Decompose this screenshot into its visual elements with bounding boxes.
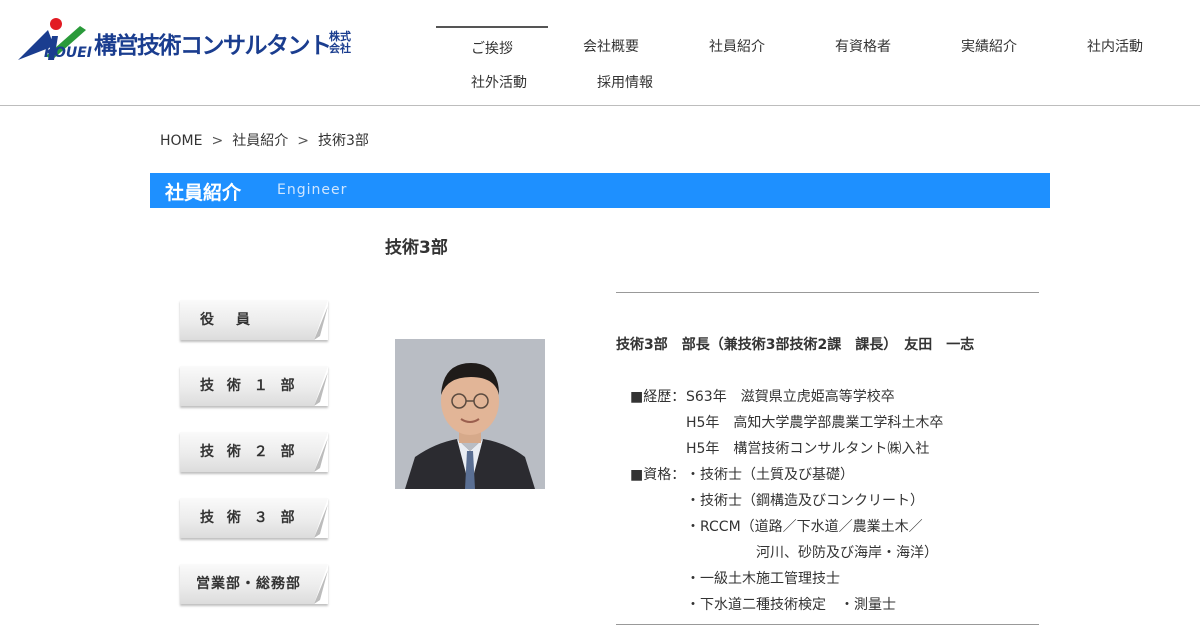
- page-curl-icon: [314, 564, 328, 604]
- profile-top-divider: [616, 292, 1039, 293]
- side-menu-sales-admin[interactable]: 営業部・総務部: [180, 564, 328, 604]
- side-menu-label: 技 術 ２ 部: [200, 444, 299, 460]
- qualification-item: ・一級土木施工管理技士: [686, 571, 840, 587]
- nav-achievements[interactable]: 実績紹介: [933, 26, 1045, 62]
- profile-bottom-divider: [616, 624, 1039, 625]
- qualification-item: 河川、砂防及び海岸・海洋）: [756, 545, 938, 561]
- side-menu-tech1[interactable]: 技 術 １ 部: [180, 366, 328, 406]
- breadcrumb: HOME > 社員紹介 > 技術3部: [160, 130, 369, 150]
- nav-external-activities[interactable]: 社外活動: [443, 62, 555, 98]
- qualifications-label: ■資格：: [630, 467, 686, 483]
- staff-photo: [395, 339, 545, 489]
- side-menu-label: 役 員: [200, 312, 254, 328]
- page-curl-icon: [314, 498, 328, 538]
- nav-company-overview[interactable]: 会社概要: [555, 26, 667, 62]
- breadcrumb-separator: >: [297, 133, 309, 149]
- company-suffix: 株式会社: [329, 30, 351, 55]
- page-curl-icon: [314, 432, 328, 472]
- qualification-item: ・下水道二種技術検定 ・測量士: [686, 597, 896, 613]
- page-curl-icon: [314, 366, 328, 406]
- side-menu-tech3[interactable]: 技 術 ３ 部: [180, 498, 328, 538]
- nav-internal-activities[interactable]: 社内活動: [1059, 26, 1171, 62]
- breadcrumb-separator: >: [211, 133, 224, 149]
- side-menu-executives[interactable]: 役 員: [180, 300, 328, 340]
- side-menu-label: 技 術 １ 部: [200, 378, 299, 394]
- nav-staff[interactable]: 社員紹介: [681, 26, 793, 62]
- side-menu-label: 営業部・総務部: [196, 576, 301, 592]
- history-label: ■経歴：: [630, 389, 686, 405]
- nav-qualified[interactable]: 有資格者: [807, 26, 919, 62]
- logo-kouei-text: KOUEI: [44, 45, 92, 61]
- qualification-item: ・技術士（土質及び基礎）: [686, 467, 854, 483]
- nav-greeting[interactable]: ご挨拶: [436, 26, 548, 62]
- nav-recruitment[interactable]: 採用情報: [569, 62, 681, 98]
- side-menu-label: 技 術 ３ 部: [200, 510, 299, 526]
- company-name: 構営技術コンサルタント: [94, 33, 332, 59]
- page-curl-icon: [314, 300, 328, 340]
- profile-name-title: 技術3部 部長（兼技術3部技術2課 課長） 友田 一志: [616, 337, 975, 353]
- site-header: KOUEI 構営技術コンサルタント 株式会社 ご挨拶 会社概要 社員紹介 有資格…: [0, 0, 1200, 106]
- section-subtitle: Engineer: [277, 182, 348, 198]
- qualification-item: ・RCCM（道路／下水道／農業土木／: [686, 519, 923, 535]
- section-title: 社員紹介: [165, 182, 242, 204]
- breadcrumb-home[interactable]: HOME: [160, 133, 202, 149]
- side-menu-tech2[interactable]: 技 術 ２ 部: [180, 432, 328, 472]
- history-item: H5年 構営技術コンサルタント㈱入社: [686, 441, 930, 457]
- department-heading: 技術3部: [385, 238, 448, 258]
- history-item: S63年 滋賀県立虎姫高等学校卒: [686, 389, 895, 405]
- person-photo-icon: [395, 339, 545, 489]
- history-item: H5年 高知大学農学部農業工学科土木卒: [686, 415, 944, 431]
- breadcrumb-staff[interactable]: 社員紹介: [232, 133, 288, 149]
- company-logo[interactable]: KOUEI 構営技術コンサルタント 株式会社: [18, 16, 358, 64]
- section-header-bar: 社員紹介 Engineer: [150, 173, 1050, 208]
- qualification-item: ・技術士（鋼構造及びコンクリート）: [686, 493, 924, 509]
- breadcrumb-current: 技術3部: [317, 133, 369, 149]
